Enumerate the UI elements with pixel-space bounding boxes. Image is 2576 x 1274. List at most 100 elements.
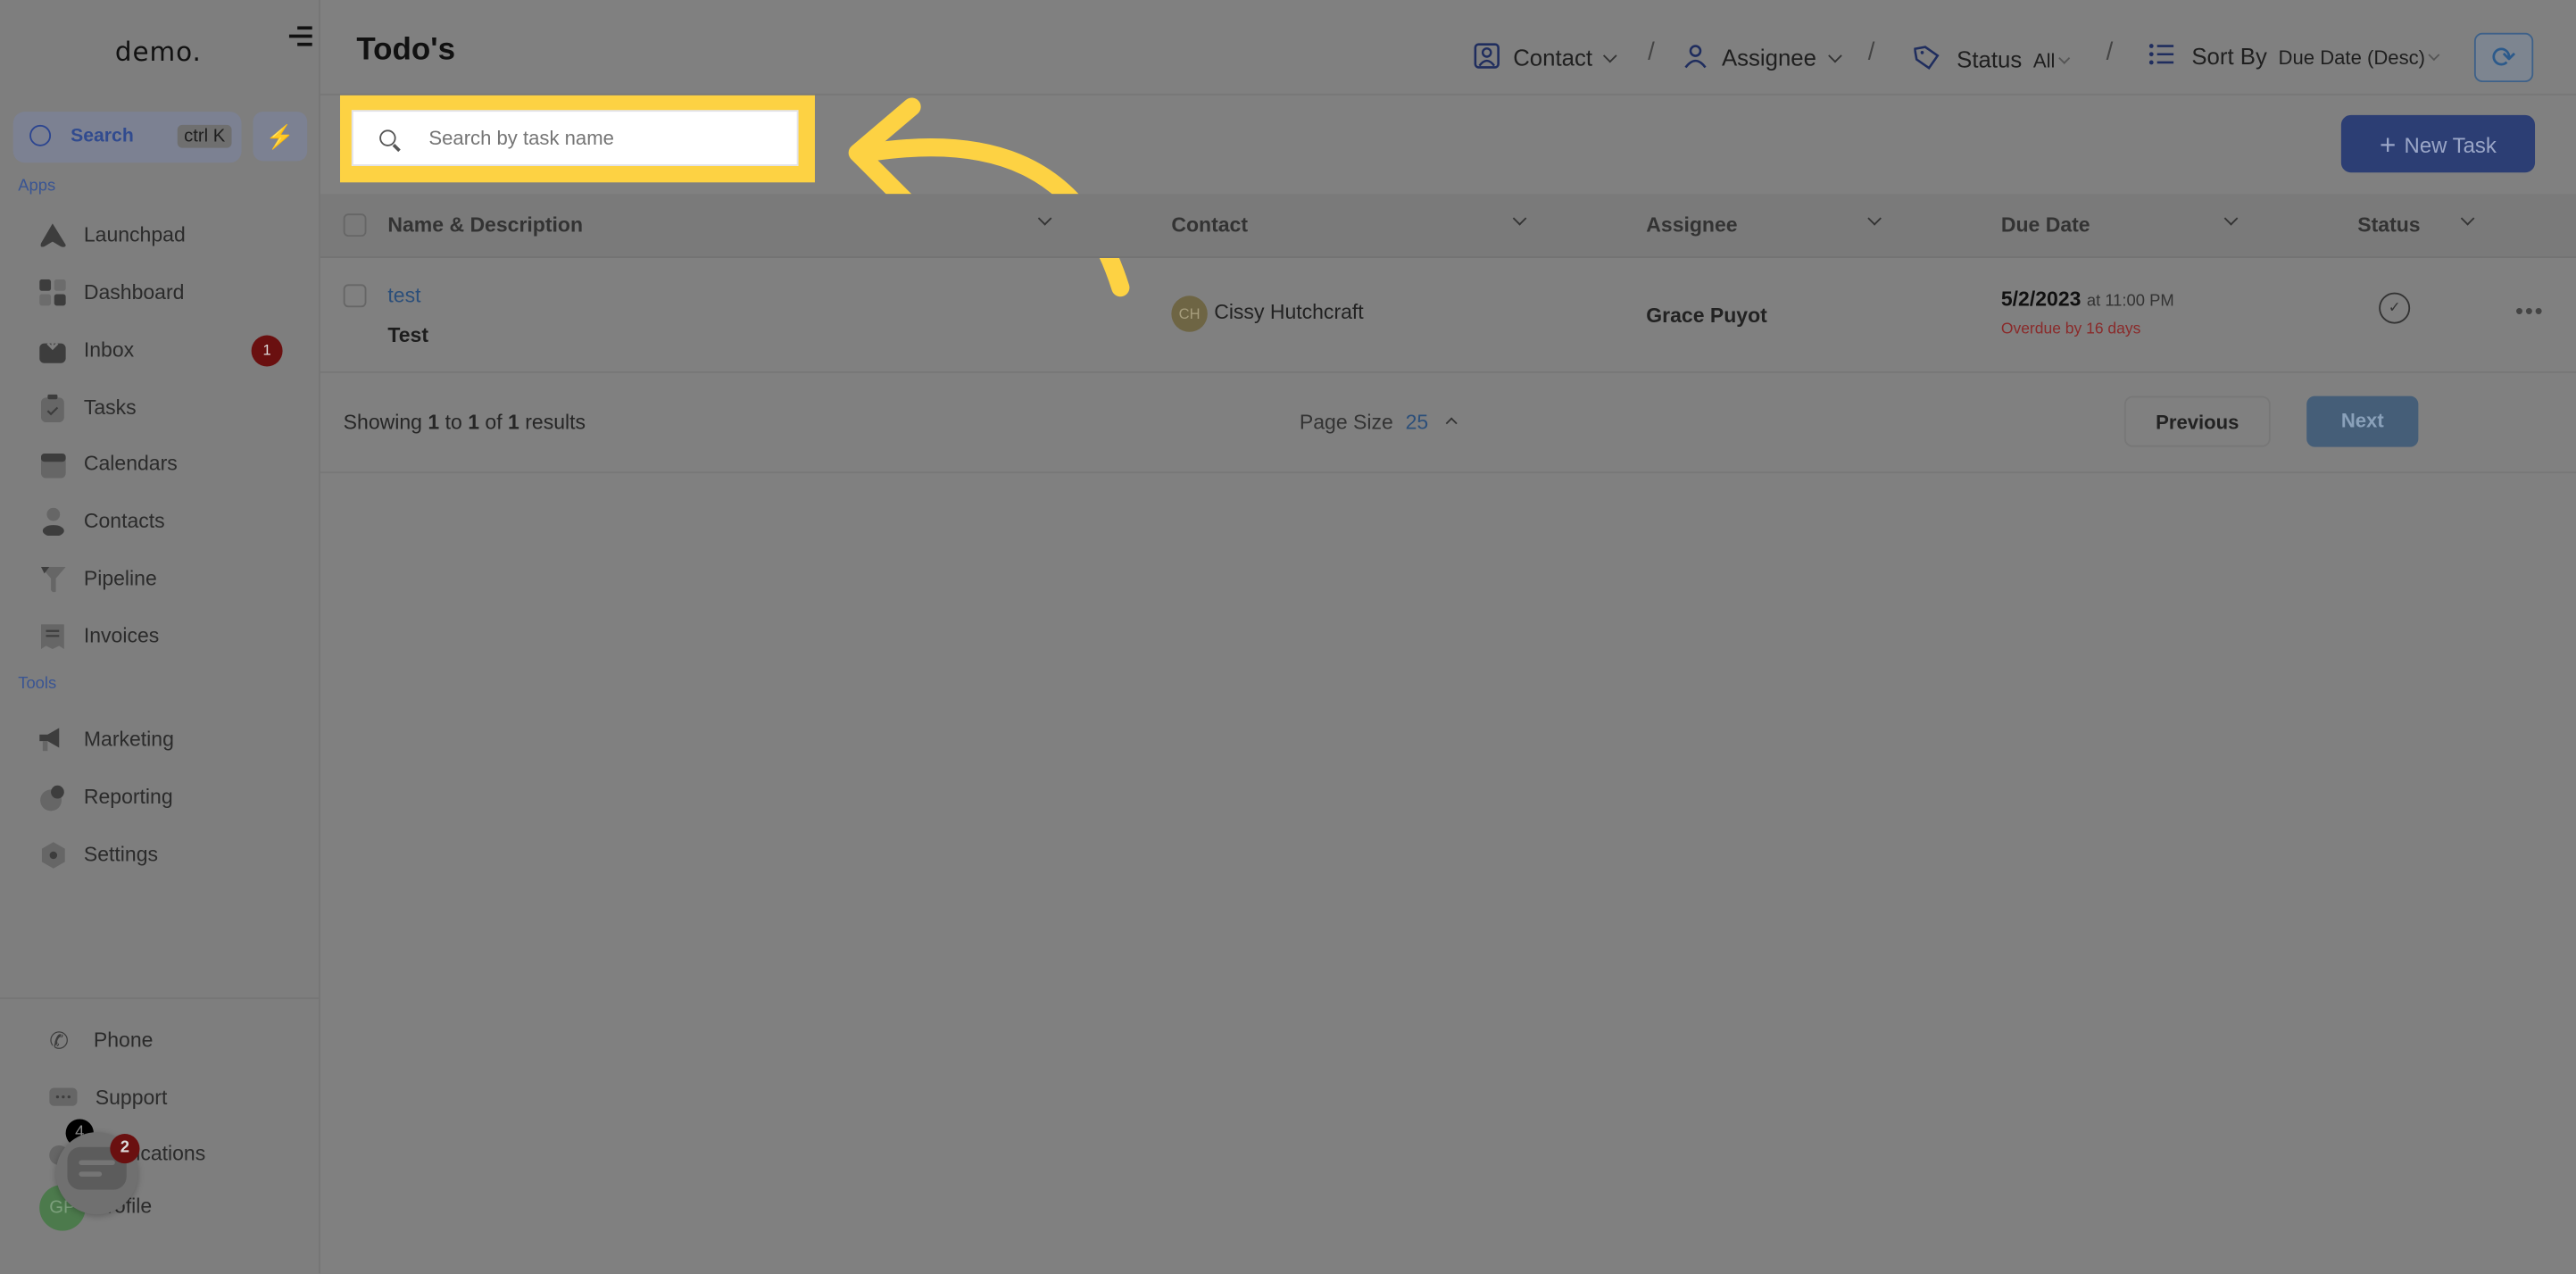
inbox-icon — [39, 337, 66, 363]
chevron-down-icon — [2428, 49, 2440, 62]
mark-complete-icon[interactable]: ✓ — [2379, 292, 2411, 324]
previous-page-button[interactable]: Previous — [2123, 396, 2271, 447]
invoices-icon — [41, 624, 64, 650]
sidebar-item-label: Support — [95, 1086, 168, 1110]
task-search-field[interactable] — [351, 110, 799, 166]
due-date: 5/2/2023 at 11:00 PM — [2001, 287, 2174, 311]
pipeline-icon — [41, 567, 66, 593]
contact-filter-label: Contact — [1513, 44, 1593, 71]
lightning-icon: ⚡ — [265, 123, 295, 150]
dashboard-icon — [39, 279, 66, 306]
sidebar-item-label: Marketing — [83, 728, 174, 752]
sidebar-item-label: Invoices — [83, 624, 160, 648]
new-task-button[interactable]: + New Task — [2340, 114, 2536, 173]
new-task-label: New Task — [2404, 133, 2497, 158]
tasks-icon — [41, 394, 64, 423]
page-size-value: 25 — [1405, 411, 1429, 434]
task-search-input[interactable] — [425, 124, 777, 152]
phone-icon: ✆ — [49, 1027, 69, 1053]
chat-unread-badge: 2 — [110, 1134, 140, 1164]
table-row — [320, 258, 2576, 373]
collapse-sidebar-icon[interactable] — [288, 25, 312, 48]
sidebar-item-label: Reporting — [83, 785, 173, 809]
sidebar-item-calendars[interactable]: Calendars — [39, 444, 302, 483]
sidebar-item-phone[interactable]: ✆ Phone — [49, 1020, 312, 1060]
app-logo: demo. — [114, 36, 202, 68]
search-icon — [29, 124, 52, 146]
refresh-button[interactable]: ⟳ — [2473, 32, 2534, 83]
user-icon — [1684, 45, 1707, 69]
column-header-status[interactable]: Status — [2357, 213, 2420, 237]
sidebar-item-pipeline[interactable]: Pipeline — [39, 559, 302, 598]
assignee-filter-label: Assignee — [1721, 44, 1816, 71]
sort-by-dropdown[interactable]: Sort By Due Date (Desc) — [2148, 41, 2440, 70]
calendar-icon — [41, 454, 66, 479]
support-icon — [49, 1087, 78, 1106]
due-date-value: 5/2/2023 — [2000, 287, 2082, 311]
inbox-unread-badge: 1 — [251, 335, 283, 367]
sidebar-item-label: Settings — [83, 843, 159, 866]
filter-separator: / — [1867, 37, 1875, 66]
task-description: Test — [387, 323, 428, 347]
sidebar-item-label: Dashboard — [83, 280, 185, 304]
megaphone-icon — [39, 728, 60, 752]
column-header-assignee[interactable]: Assignee — [1646, 213, 1737, 237]
list-icon — [2148, 44, 2174, 65]
due-time-value: at 11:00 PM — [2086, 292, 2174, 311]
contact-avatar: CH — [1171, 296, 1208, 332]
page-size-label: Page Size — [1299, 411, 1393, 434]
contact-name[interactable]: Cissy Hutchcraft — [1214, 301, 1363, 324]
search-label: Search — [71, 126, 134, 146]
results-summary: Showing 1 to 1 of 1 results — [343, 411, 586, 434]
contact-card-icon — [1474, 43, 1500, 69]
sidebar-item-label: Phone — [93, 1028, 154, 1052]
sort-by-value: Due Date (Desc) — [2278, 46, 2426, 70]
global-search-button[interactable]: Search ctrl K — [12, 112, 242, 163]
task-name-link[interactable]: test — [387, 284, 420, 307]
filter-separator: / — [2106, 37, 2114, 66]
more-options-icon[interactable]: ••• — [2515, 297, 2545, 323]
select-all-checkbox[interactable] — [343, 213, 367, 237]
search-shortcut: ctrl K — [177, 124, 232, 148]
sidebar-item-inbox[interactable]: Inbox 1 — [39, 330, 302, 370]
status-filter-value: All — [2032, 49, 2056, 72]
settings-icon — [41, 842, 65, 869]
column-header-contact[interactable]: Contact — [1171, 213, 1248, 237]
contact-filter[interactable]: Contact — [1474, 39, 1618, 71]
pie-chart-icon — [40, 785, 64, 812]
sidebar-item-support[interactable]: Support — [49, 1078, 312, 1117]
plus-icon: + — [2380, 129, 2397, 162]
sidebar-item-reporting[interactable]: Reporting — [39, 778, 302, 817]
sidebar-item-marketing[interactable]: Marketing — [39, 720, 302, 759]
section-apps: Apps — [18, 177, 56, 196]
next-page-button[interactable]: Next — [2306, 396, 2419, 447]
tag-icon — [1913, 46, 1940, 70]
sidebar-item-dashboard[interactable]: Dashboard — [39, 273, 302, 312]
status-filter-label: Status — [1957, 46, 2023, 72]
sidebar-item-label: Calendars — [83, 452, 178, 475]
sidebar-item-label: Launchpad — [83, 223, 186, 247]
chevron-down-icon — [1603, 48, 1618, 63]
sidebar-item-tasks[interactable]: Tasks — [39, 387, 302, 427]
filter-separator: / — [1648, 37, 1655, 66]
contacts-icon — [42, 507, 64, 537]
status-filter[interactable]: Status All — [1913, 41, 2071, 72]
sort-by-label: Sort By — [2191, 42, 2267, 70]
page-header: Todo's Contact / Assignee / Status All /… — [320, 0, 2576, 96]
sidebar-item-invoices[interactable]: Invoices — [39, 616, 302, 655]
page-title: Todo's — [356, 32, 456, 68]
page-size-selector[interactable]: Page Size 25 — [1299, 411, 1458, 434]
assignee-filter[interactable]: Assignee — [1683, 39, 1842, 71]
overdue-label: Overdue by 16 days — [2000, 320, 2141, 339]
launchpad-icon — [40, 223, 66, 247]
row-checkbox[interactable] — [343, 284, 367, 308]
sidebar-divider — [0, 997, 320, 1000]
sidebar-item-label: Pipeline — [83, 567, 157, 590]
column-header-name[interactable]: Name & Description — [387, 213, 583, 237]
sidebar-item-contacts[interactable]: Contacts — [39, 501, 302, 540]
column-header-due-date[interactable]: Due Date — [2001, 213, 2090, 237]
sidebar-item-launchpad[interactable]: Launchpad — [39, 215, 302, 254]
section-tools: Tools — [18, 675, 57, 694]
quick-actions-button[interactable]: ⚡ — [253, 112, 308, 162]
sidebar-item-settings[interactable]: Settings — [39, 835, 302, 874]
